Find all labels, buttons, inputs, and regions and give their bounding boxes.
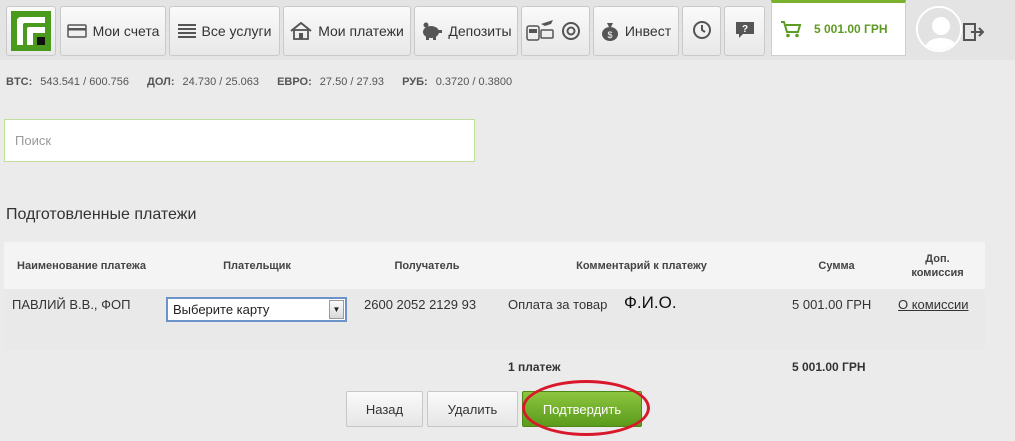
- nav-label: Инвест: [624, 23, 672, 39]
- exchange-rates: BTC: 543.541 / 600.756 ДОЛ: 24.730 / 25.06…: [6, 76, 527, 88]
- comment-fio: Ф.И.О.: [624, 293, 677, 312]
- nav-my-accounts[interactable]: Мои счета: [60, 6, 166, 56]
- total-amount: 5 001.00 ГРН: [792, 360, 866, 374]
- chat-question-icon: ?: [734, 20, 756, 43]
- section-title: Подготовленные платежи: [6, 206, 197, 223]
- nav-deposits[interactable]: Депозиты: [414, 6, 518, 56]
- payment-name: ПАВЛИЙ В.В., ФОП: [12, 297, 131, 312]
- nav-label: Все услуги: [201, 23, 272, 39]
- nav-label: Депозиты: [448, 23, 512, 39]
- nav-my-payments[interactable]: Мои платежи: [283, 6, 411, 56]
- nav-invest[interactable]: $ Инвест: [593, 6, 679, 56]
- confirm-button[interactable]: Подтвердить: [522, 391, 642, 427]
- svg-text:?: ?: [741, 24, 747, 35]
- delete-button[interactable]: Удалить: [427, 391, 518, 427]
- train-plane-icon: [525, 18, 555, 44]
- house-icon: [290, 22, 312, 40]
- nav-label: Мои счета: [92, 23, 160, 39]
- search-input[interactable]: [4, 119, 475, 162]
- history-icon: [691, 19, 713, 44]
- money-bag-icon: $: [601, 21, 619, 41]
- piggy-bank-icon: [420, 22, 443, 40]
- rate-value: 543.541 / 600.756: [40, 76, 129, 88]
- payment-amount: 5 001.00 ГРН: [792, 297, 872, 312]
- rate-value: 27.50 / 27.93: [319, 76, 385, 88]
- recipient-account: 2600 2052 2129 93: [364, 297, 477, 312]
- cart-icon: [780, 20, 802, 38]
- rate-key: ЕВРО:: [277, 76, 312, 88]
- payment-comment: Оплата за товар: [508, 297, 608, 312]
- table-row: ПАВЛИЙ В.В., ФОП Выберите карту ▼ 2600 2…: [4, 289, 985, 350]
- chevron-down-icon: ▼: [329, 300, 344, 319]
- lifebuoy-icon: [561, 21, 581, 41]
- payments-table: Наименование платежа Плательщик Получате…: [4, 242, 985, 350]
- cart-amount: 5 001.00 ГРН: [814, 22, 888, 36]
- header-amount: Сумма: [818, 259, 855, 272]
- commission-link[interactable]: О комиссии: [898, 297, 969, 312]
- rate-value: 0.3720 / 0.3800: [435, 76, 513, 88]
- rate-key: РУБ:: [402, 76, 428, 88]
- header-payer: Плательщик: [223, 259, 291, 272]
- cart-tab[interactable]: 5 001.00 ГРН: [771, 0, 906, 56]
- header-recipient: Получатель: [394, 259, 460, 272]
- user-icon: [918, 8, 960, 50]
- table-header: Наименование платежа Плательщик Получате…: [4, 242, 985, 289]
- list-icon: [177, 23, 196, 39]
- nav-label: Мои платежи: [318, 23, 404, 39]
- nav-travel[interactable]: [521, 6, 590, 56]
- nav-all-services[interactable]: Все услуги: [169, 6, 280, 56]
- logout-icon: [963, 23, 985, 41]
- nav-history[interactable]: [682, 6, 721, 56]
- total-count: 1 платеж: [508, 360, 561, 374]
- privatbank-logo[interactable]: [6, 6, 56, 56]
- avatar[interactable]: [916, 6, 962, 52]
- header-commission: Доп. комиссия: [911, 252, 964, 279]
- nav-support[interactable]: ?: [724, 6, 765, 56]
- back-button[interactable]: Назад: [346, 391, 423, 427]
- header-comment: Комментарий к платежу: [576, 259, 707, 272]
- card-icon: [66, 24, 87, 38]
- header-payment-name: Наименование платежа: [17, 259, 146, 272]
- select-value: Выберите карту: [173, 302, 270, 317]
- logout-button[interactable]: [963, 22, 985, 42]
- svg-text:$: $: [607, 30, 612, 40]
- rate-value: 24.730 / 25.063: [182, 76, 260, 88]
- top-navigation: Мои счета Все услуги Мои платежи Депозит…: [0, 0, 1015, 60]
- logo-icon: [11, 11, 51, 51]
- rate-key: BTC:: [6, 76, 33, 88]
- payer-card-select[interactable]: Выберите карту ▼: [166, 297, 347, 322]
- rate-key: ДОЛ:: [147, 76, 175, 88]
